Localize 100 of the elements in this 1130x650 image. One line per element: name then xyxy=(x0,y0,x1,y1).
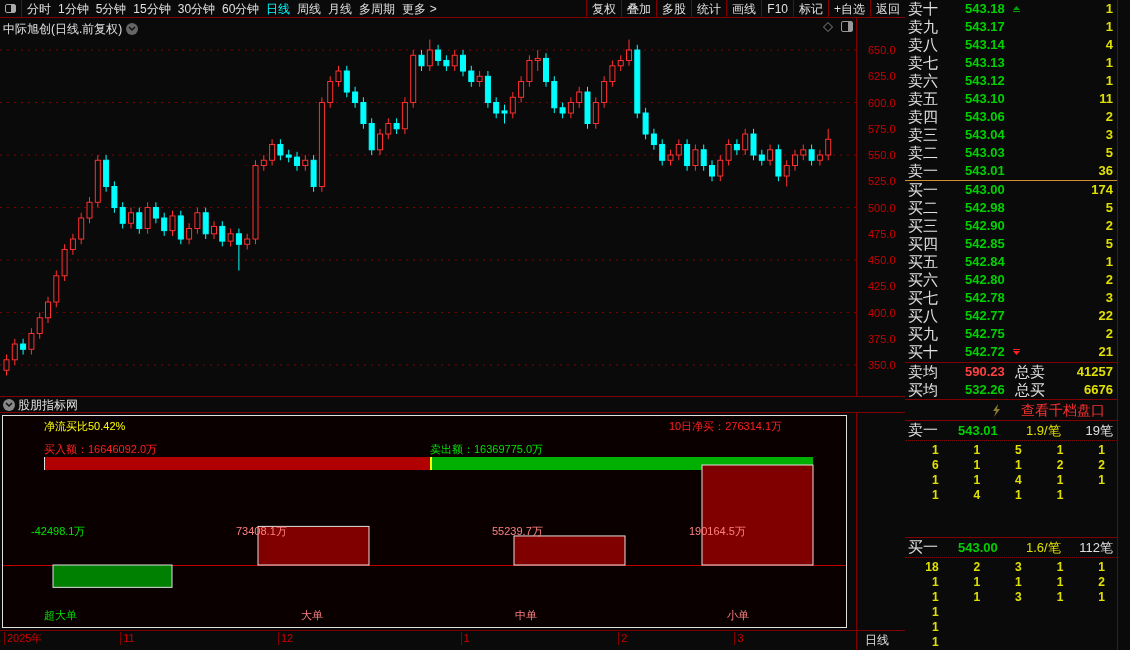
ask-volume: 2 xyxy=(1104,108,1113,127)
total-label: 总卖 xyxy=(1015,363,1045,381)
category-label: 小单 xyxy=(727,609,749,621)
toolbar-button[interactable]: 返回 xyxy=(870,0,905,18)
category-label: 大单 xyxy=(301,609,323,621)
level-label: 卖六 xyxy=(908,72,939,90)
queue-order-size: 1 xyxy=(930,575,940,590)
panel-toggle-icon[interactable] xyxy=(841,21,853,32)
ask-volume: 1 xyxy=(1104,18,1113,37)
bid-price: 543.00 xyxy=(965,181,1006,200)
ask-price: 543.04 xyxy=(965,126,1006,145)
period-tab[interactable]: 更多 > xyxy=(402,0,437,18)
queue-order-size: 1 xyxy=(972,575,982,590)
period-tab[interactable]: 日线 xyxy=(266,0,291,18)
queue-order-size: 1 xyxy=(1055,560,1065,575)
time-axis-label: 1 xyxy=(460,632,470,645)
bid-volume: 3 xyxy=(1104,289,1113,308)
queue-order-size: 1 xyxy=(1097,560,1106,575)
period-tab[interactable]: 5分钟 xyxy=(95,0,127,18)
net-buy-ratio: 净流买比50.42% xyxy=(44,419,126,434)
toolbar-button[interactable]: 画线 xyxy=(726,0,762,18)
bid-volume: 2 xyxy=(1104,217,1113,236)
toolbar-button[interactable]: 多股 xyxy=(656,0,692,18)
queue-order-size: 1 xyxy=(1097,590,1106,605)
queue-price: 543.01 xyxy=(958,421,999,440)
total-volume: 6676 xyxy=(1083,381,1113,400)
level-label: 卖三 xyxy=(908,126,939,144)
chevron-down-icon[interactable] xyxy=(126,23,139,35)
level-label: 买十 xyxy=(908,343,939,361)
price-axis-label: 650.0 xyxy=(868,44,896,57)
toolbar-button[interactable]: 统计 xyxy=(691,0,727,18)
bid-volume: 5 xyxy=(1104,199,1113,218)
bid-price: 542.75 xyxy=(965,325,1006,344)
order-count: 19笔 xyxy=(1084,421,1113,440)
candle xyxy=(128,207,134,229)
queue-order-size: 1 xyxy=(930,635,940,650)
toolbar-button[interactable]: 标记 xyxy=(793,0,828,18)
ask-price: 543.01 xyxy=(965,162,1006,181)
toolbar-button[interactable]: 复权 xyxy=(586,0,622,18)
value-label: 55239.7万 xyxy=(492,525,543,537)
average-per-order: 1.9/笔 xyxy=(1026,421,1062,440)
total-volume: 41257 xyxy=(1075,363,1113,382)
lightning-icon xyxy=(992,403,1001,417)
queue-order-size: 1 xyxy=(930,605,940,620)
candle xyxy=(709,159,715,182)
down-arrow-icon xyxy=(1013,348,1020,356)
candle xyxy=(211,220,217,240)
queue-order-size: 1 xyxy=(1097,473,1106,488)
depth-link[interactable]: 查看千档盘口 xyxy=(1021,399,1105,421)
price-axis-label: 375.0 xyxy=(868,332,896,345)
queue-order-size: 1 xyxy=(1055,488,1065,503)
bid-price: 542.77 xyxy=(965,307,1006,326)
level-label: 卖十 xyxy=(908,0,939,18)
queue-order-size: 1 xyxy=(1014,575,1023,590)
bid-volume: 22 xyxy=(1097,307,1113,326)
ask-volume: 3 xyxy=(1104,126,1113,145)
toolbar-button[interactable]: F10 xyxy=(761,0,793,18)
level-label: 买五 xyxy=(908,253,939,271)
candle xyxy=(792,149,798,172)
queue-order-size: 1 xyxy=(930,620,940,635)
period-tab[interactable]: 月线 xyxy=(328,0,353,18)
buy-amount: 买入额：16646092.0万 xyxy=(44,442,158,457)
queue-order-size: 18 xyxy=(924,560,940,575)
level-label: 买七 xyxy=(908,289,939,307)
bid-volume: 2 xyxy=(1104,325,1113,344)
bid-price: 542.85 xyxy=(965,235,1006,254)
price-axis-label: 425.0 xyxy=(868,280,896,293)
period-tab[interactable]: 周线 xyxy=(297,0,322,18)
price-axis-label: 400.0 xyxy=(868,306,896,319)
sell-amount: 卖出额：16369775.0万 xyxy=(430,442,544,457)
ten-day-net-buy: 10日净买：276314.1万 xyxy=(669,419,783,434)
ask-volume: 4 xyxy=(1104,36,1113,55)
period-tab[interactable]: 15分钟 xyxy=(133,0,171,18)
period-tab[interactable]: 30分钟 xyxy=(177,0,216,18)
period-tab[interactable]: 60分钟 xyxy=(222,0,260,18)
time-axis-label: 2 xyxy=(618,632,628,645)
period-tab[interactable]: 1分钟 xyxy=(57,0,89,18)
queue-order-size: 1 xyxy=(972,443,982,458)
price-axis-label: 600.0 xyxy=(868,96,896,109)
queue-order-size: 1 xyxy=(972,473,982,488)
time-axis-label: 12 xyxy=(277,632,294,645)
toolbar-button[interactable]: 叠加 xyxy=(621,0,657,18)
chart-title: 中际旭创(日线.前复权) xyxy=(3,20,123,38)
candle xyxy=(45,296,51,324)
queue-order-size: 3 xyxy=(1014,560,1023,575)
candle xyxy=(825,128,832,161)
period-tab[interactable]: 分时 xyxy=(26,0,51,18)
queue-order-size: 2 xyxy=(972,560,982,575)
queue-price: 543.00 xyxy=(958,538,999,557)
ask-volume: 5 xyxy=(1104,144,1113,163)
queue-order-size: 1 xyxy=(930,443,940,458)
toolbar-button[interactable]: +自选 xyxy=(828,0,870,18)
chevron-down-icon[interactable] xyxy=(3,398,15,411)
level-label: 买三 xyxy=(908,217,939,235)
bid-price: 542.80 xyxy=(965,271,1006,290)
ask-volume: 1 xyxy=(1104,72,1113,91)
candle xyxy=(377,128,383,156)
candle xyxy=(294,151,300,172)
queue-order-size: 3 xyxy=(1014,590,1023,605)
period-tab[interactable]: 多周期 xyxy=(359,0,396,18)
